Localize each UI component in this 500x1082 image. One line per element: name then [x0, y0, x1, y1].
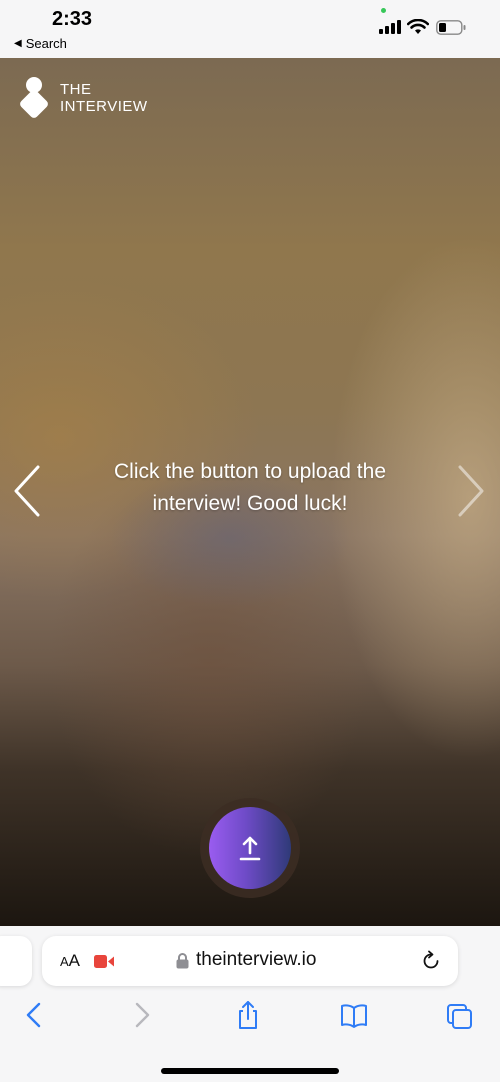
back-triangle-icon: ◀ [14, 38, 22, 49]
bookmarks-icon[interactable] [340, 1000, 368, 1030]
camera-in-use-icon[interactable] [94, 955, 114, 968]
logo-text: THE INTERVIEW [60, 81, 148, 115]
reader-settings-button[interactable]: AA [60, 951, 80, 971]
signal-icon [379, 20, 401, 34]
upload-arrow-icon [239, 836, 261, 861]
status-time: 2:33 [52, 8, 93, 30]
status-bar: 2:33 ◀ Search [0, 0, 500, 58]
next-arrow-icon[interactable] [456, 463, 486, 519]
logo-line-1: THE [60, 81, 92, 98]
battery-icon [436, 20, 466, 35]
back-to-search-link[interactable]: ◀ Search [14, 36, 67, 51]
aa-large: A [68, 951, 81, 970]
wifi-icon [407, 19, 429, 34]
url-text: theinterview.io [196, 949, 317, 970]
share-icon[interactable] [234, 1000, 262, 1030]
lock-icon [176, 953, 189, 969]
reload-icon[interactable] [420, 950, 442, 972]
tabs-icon[interactable] [446, 1000, 474, 1030]
back-icon[interactable] [20, 1000, 48, 1030]
aa-small: A [60, 954, 69, 969]
forward-icon[interactable] [128, 1000, 156, 1030]
home-indicator [161, 1068, 339, 1074]
logo-line-2: INTERVIEW [60, 98, 148, 115]
previous-arrow-icon[interactable] [12, 463, 42, 519]
camera-preview: THE INTERVIEW Click the button to upload… [0, 58, 500, 926]
upload-button-ring [200, 798, 300, 898]
app-logo: THE INTERVIEW [18, 76, 148, 120]
instruction-message: Click the button to upload the interview… [113, 460, 386, 515]
browser-toolbar: AA theinterview.io [0, 926, 500, 1082]
recording-indicator-dot [381, 8, 386, 13]
logo-person-icon [20, 77, 48, 118]
upload-button[interactable] [209, 807, 291, 889]
address-bar[interactable]: AA theinterview.io [42, 936, 458, 986]
back-search-label: Search [25, 36, 67, 51]
previous-tab-card[interactable] [0, 936, 32, 986]
